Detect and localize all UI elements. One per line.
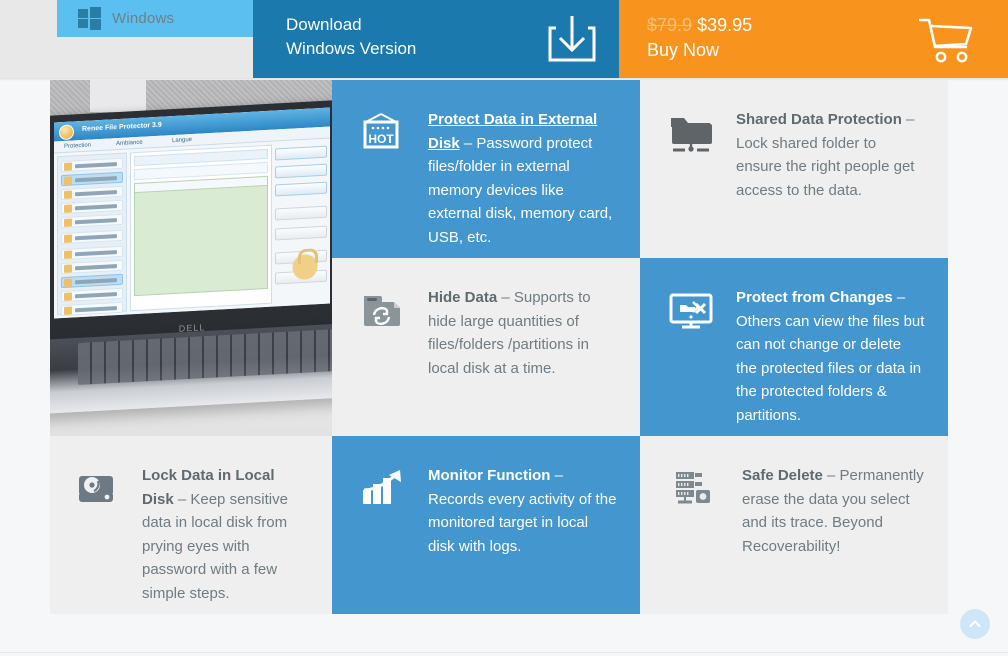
old-price: $79.9 [647, 15, 693, 35]
app-sidebar-row [61, 229, 123, 245]
footer-strip [0, 614, 1008, 656]
app-sidebar-row [61, 157, 123, 173]
feature-card-hide-data[interactable]: Hide Data – Supports to hide large quant… [332, 258, 640, 436]
feature-card-protect-external-disk[interactable]: HOT Protect Data in External Disk – Pass… [332, 80, 640, 258]
sticky-purchase-bar: Windows Download Windows Version $79.9 $… [0, 0, 1008, 81]
feature-title[interactable]: Monitor Function [428, 467, 550, 484]
app-window: Renee File Protector 3.9 Protection Ambi… [54, 107, 330, 319]
app-file-list-header [135, 176, 267, 194]
feature-text: Lock Data in Local Disk – Keep sensitive… [142, 464, 310, 604]
features-grid: Renee File Protector 3.9 Protection Ambi… [50, 80, 948, 614]
chevron-up-icon [967, 616, 983, 632]
os-tab-label: Windows [112, 10, 175, 27]
new-price: $39.95 [697, 15, 753, 35]
buy-now-button[interactable]: $79.9 $39.95 Buy Now [619, 0, 1008, 78]
download-button[interactable]: Download Windows Version [253, 0, 619, 78]
shared-folder-icon [668, 108, 720, 248]
svg-text:HOT: HOT [368, 132, 394, 146]
server-rack-icon [674, 464, 726, 604]
os-tab-windows[interactable]: Windows [57, 0, 253, 37]
feature-card-safe-delete[interactable]: Safe Delete – Permanently erase the data… [640, 436, 948, 614]
os-selector-area: Windows [0, 0, 253, 78]
app-menu-item-1: Ambiance [116, 139, 143, 148]
feature-card-shared-data-protection[interactable]: Shared Data Protection – Lock shared fol… [640, 80, 948, 258]
app-action-button [275, 145, 327, 161]
app-action-button [275, 205, 327, 221]
app-file-list [134, 175, 268, 297]
app-sidebar-row [61, 273, 123, 289]
feature-description: – Others can view the files but can not … [736, 289, 925, 424]
hot-tag-icon: HOT [360, 108, 412, 248]
page-root: Windows Download Windows Version $79.9 $… [0, 0, 1008, 656]
feature-title[interactable]: Hide Data [428, 289, 497, 306]
hide-folder-icon [360, 286, 412, 426]
feature-text: Protect from Changes – Others can view t… [736, 286, 926, 426]
app-sidebar-row [61, 171, 123, 187]
feature-text: Hide Data – Supports to hide large quant… [428, 286, 618, 426]
app-sidebar-row [61, 185, 123, 201]
footer-divider [0, 652, 1008, 653]
price-line: $79.9 $39.95 [647, 13, 752, 37]
download-line-2: Windows Version [286, 39, 417, 58]
app-sidebar-row [61, 245, 123, 261]
laptop-illustration: Renee File Protector 3.9 Protection Ambi… [50, 100, 332, 415]
app-sidebar-row [61, 213, 123, 229]
app-menu-item-0: Protection [64, 142, 92, 150]
download-tray-icon [546, 14, 598, 69]
download-line-1: Download [286, 15, 362, 34]
app-lock-illustration [287, 244, 323, 281]
product-photo: Renee File Protector 3.9 Protection Ambi… [50, 80, 332, 436]
app-main-panel [130, 144, 272, 312]
download-button-text: Download Windows Version [286, 13, 416, 61]
app-action-button [275, 163, 327, 179]
bar-chart-arrow-icon [360, 464, 412, 604]
app-title-text: Renee File Protector 3.9 [82, 121, 162, 133]
app-sidebar-row [61, 259, 123, 275]
app-action-button [275, 225, 327, 241]
app-logo-icon [59, 124, 74, 141]
feature-title[interactable]: Safe Delete [742, 467, 823, 484]
feature-title[interactable]: Protect from Changes [736, 289, 893, 306]
feature-text: Monitor Function – Records every activit… [428, 464, 618, 604]
feature-title[interactable]: Shared Data Protection [736, 111, 902, 128]
laptop-lid: Renee File Protector 3.9 Protection Ambi… [50, 100, 332, 332]
monitor-no-edit-icon [668, 286, 720, 426]
feature-card-lock-data-local-disk[interactable]: Lock Data in Local Disk – Keep sensitive… [50, 436, 332, 614]
laptop-screen: Renee File Protector 3.9 Protection Ambi… [54, 107, 330, 319]
app-action-buttons [275, 142, 327, 304]
feature-card-protect-from-changes[interactable]: Protect from Changes – Others can view t… [640, 258, 948, 436]
app-action-button [275, 181, 327, 197]
shopping-cart-icon [917, 16, 975, 69]
app-sidebar [57, 152, 127, 317]
scroll-to-top-button[interactable] [960, 609, 990, 639]
feature-card-monitor-function[interactable]: Monitor Function – Records every activit… [332, 436, 640, 614]
windows-logo-icon [78, 7, 101, 30]
app-sidebar-row [61, 199, 123, 215]
app-sidebar-row [61, 301, 123, 317]
feature-text: Shared Data Protection – Lock shared fol… [736, 108, 926, 248]
hard-disk-icon [74, 464, 126, 604]
feature-text: Safe Delete – Permanently erase the data… [742, 464, 926, 604]
feature-text: Protect Data in External Disk – Password… [428, 108, 618, 248]
app-sidebar-row [61, 287, 123, 303]
app-menu-item-2: Langue [172, 136, 193, 145]
buy-now-label: Buy Now [647, 40, 720, 60]
